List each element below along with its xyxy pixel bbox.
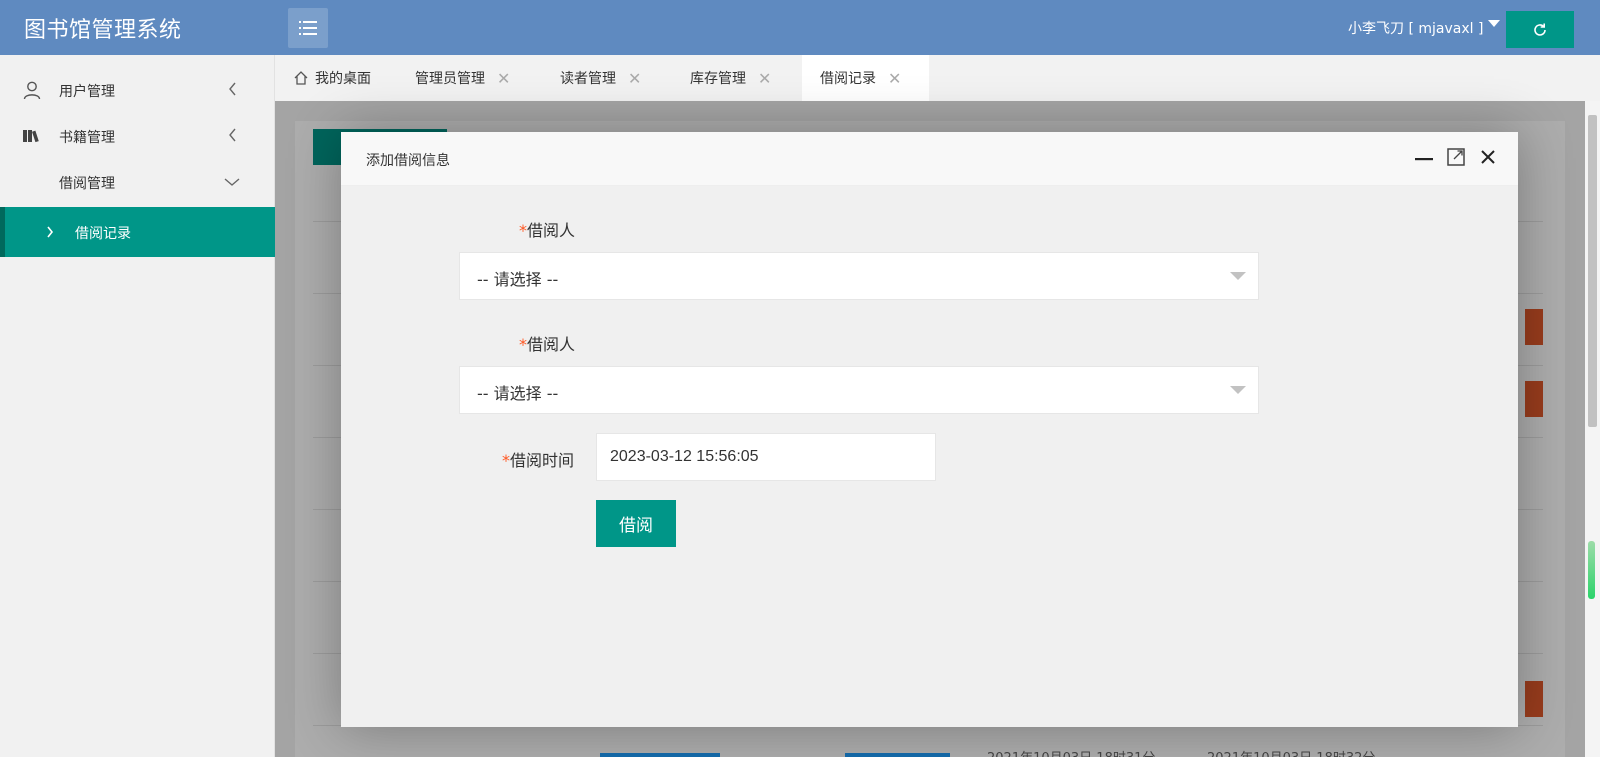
- close-icon[interactable]: ✕: [758, 69, 771, 88]
- sidebar-item-label: 书籍管理: [59, 130, 115, 146]
- dialog-header: 添加借阅信息: [341, 132, 1518, 186]
- tab-reader-management[interactable]: 读者管理 ✕: [560, 55, 641, 101]
- chevron-left-icon: [229, 82, 236, 96]
- dialog-title: 添加借阅信息: [366, 153, 450, 169]
- chevron-down-icon: [224, 178, 240, 186]
- app-title: 图书馆管理系统: [24, 18, 182, 43]
- user-menu[interactable]: 小李飞刀 [ mjavaxl ]: [1348, 18, 1483, 38]
- tab-admin-management[interactable]: 管理员管理 ✕: [415, 55, 510, 101]
- sidebar-item-label: 借阅记录: [75, 226, 131, 242]
- refresh-button[interactable]: [1506, 11, 1574, 48]
- select-value: -- 请选择 --: [477, 270, 559, 289]
- tab-label: 管理员管理: [415, 71, 485, 87]
- tab-stock-management[interactable]: 库存管理 ✕: [690, 55, 771, 101]
- sidebar-item-borrow-records[interactable]: 借阅记录: [0, 207, 275, 257]
- refresh-icon: [1534, 23, 1546, 36]
- books-icon: [23, 130, 39, 143]
- sidebar: 用户管理 书籍管理 借阅管理 借阅记录: [0, 55, 275, 757]
- close-icon[interactable]: [1480, 149, 1496, 165]
- close-icon[interactable]: ✕: [888, 69, 901, 88]
- maximize-icon[interactable]: [1447, 148, 1465, 166]
- borrower-label: *借阅人: [519, 221, 576, 240]
- chevron-left-icon: [229, 128, 236, 142]
- hamburger-icon: [299, 21, 317, 35]
- menu-toggle-button[interactable]: [288, 8, 328, 48]
- user-dropdown-caret-icon[interactable]: [1488, 20, 1500, 27]
- sidebar-item-user-management[interactable]: 用户管理: [0, 67, 275, 113]
- borrower-select[interactable]: -- 请选择 --: [459, 252, 1259, 300]
- borrow-submit-button[interactable]: 借阅: [596, 500, 676, 547]
- tab-borrow-records[interactable]: 借阅记录 ✕: [802, 55, 929, 101]
- sidebar-item-label: 用户管理: [59, 84, 115, 100]
- tab-label: 借阅记录: [820, 71, 876, 87]
- tab-bar: 我的桌面 管理员管理 ✕ 读者管理 ✕ 库存管理 ✕ 借阅记录 ✕: [275, 55, 1600, 101]
- borrower-label: *借阅人: [519, 335, 576, 354]
- minimize-icon[interactable]: [1415, 158, 1433, 162]
- tab-label: 我的桌面: [315, 71, 371, 87]
- top-header: 图书馆管理系统 小李飞刀 [ mjavaxl ]: [0, 0, 1600, 55]
- book-select[interactable]: -- 请选择 --: [459, 366, 1259, 414]
- tab-desktop[interactable]: 我的桌面: [293, 55, 371, 101]
- sidebar-item-borrow-management[interactable]: 借阅管理: [0, 159, 275, 205]
- close-icon[interactable]: ✕: [628, 69, 641, 88]
- chevron-right-icon: [47, 226, 54, 238]
- dropdown-caret-icon: [1230, 272, 1246, 280]
- add-borrow-dialog: 添加借阅信息 *借阅人 -- 请选择 -- *借阅人 -- 请选择 -- *借阅…: [341, 132, 1518, 727]
- home-icon: [294, 71, 308, 85]
- scrollbar[interactable]: [1585, 101, 1600, 757]
- select-value: -- 请选择 --: [477, 384, 559, 403]
- scroll-indicator: [1588, 541, 1595, 599]
- tab-label: 读者管理: [560, 71, 616, 87]
- sidebar-item-label: 借阅管理: [59, 176, 115, 192]
- borrow-time-input[interactable]: [596, 433, 936, 481]
- scrollbar-thumb[interactable]: [1588, 115, 1597, 427]
- tab-label: 库存管理: [690, 71, 746, 87]
- close-icon[interactable]: ✕: [497, 69, 510, 88]
- user-icon: [23, 81, 41, 100]
- borrow-time-label: *借阅时间: [502, 451, 575, 470]
- active-indicator: [0, 207, 5, 257]
- sidebar-item-book-management[interactable]: 书籍管理: [0, 113, 275, 159]
- dropdown-caret-icon: [1230, 386, 1246, 394]
